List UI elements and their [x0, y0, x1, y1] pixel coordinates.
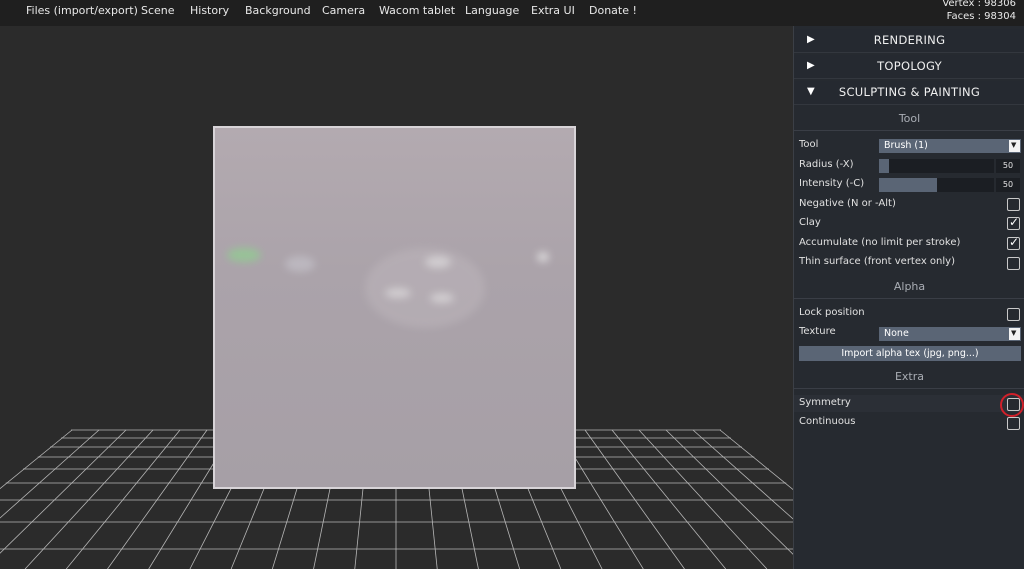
- accumulate-checkbox[interactable]: ✓: [1007, 235, 1020, 250]
- lock-position-checkbox[interactable]: [1007, 308, 1020, 321]
- tool-select-value: Brush (1): [884, 140, 928, 151]
- folder-title: SCULPTING & PAINTING: [838, 85, 981, 99]
- menu-language[interactable]: Language: [465, 4, 519, 17]
- intensity-slider-fill: [879, 178, 937, 192]
- check-icon: ✓: [1009, 215, 1020, 229]
- menu-wacom-tablet[interactable]: Wacom tablet: [379, 4, 455, 17]
- control-panel: ▶ RENDERING ▶ TOPOLOGY ▼ SCULPTING & PAI…: [793, 26, 1024, 569]
- negative-checkbox[interactable]: [1007, 198, 1020, 211]
- menu-extra-ui[interactable]: Extra UI: [531, 4, 575, 17]
- face-count: Faces : 98304: [946, 11, 1016, 22]
- radius-slider-fill: [879, 159, 890, 173]
- symmetry-label: Symmetry: [799, 397, 851, 408]
- folder-topology[interactable]: ▶ TOPOLOGY: [794, 55, 1024, 79]
- tool-select[interactable]: Brush (1) ▼: [879, 139, 1021, 153]
- continuous-checkbox[interactable]: [1007, 417, 1020, 430]
- intensity-value-field[interactable]: 50: [996, 178, 1020, 192]
- accumulate-label: Accumulate (no limit per stroke): [799, 237, 961, 248]
- thin-surface-label: Thin surface (front vertex only): [799, 256, 955, 267]
- import-alpha-button[interactable]: Import alpha tex (jpg, png...): [799, 346, 1021, 361]
- radius-value-field[interactable]: 50: [996, 159, 1020, 173]
- texture-label: Texture: [799, 326, 836, 337]
- divider: [794, 298, 1024, 299]
- clay-checkbox[interactable]: ✓: [1007, 215, 1020, 230]
- radius-label: Radius (-X): [799, 159, 854, 170]
- group-title-extra: Extra: [894, 370, 925, 383]
- group-title-tool: Tool: [898, 112, 921, 125]
- folder-rendering[interactable]: ▶ RENDERING: [794, 29, 1024, 53]
- vertex-count: Vertex : 98306: [942, 0, 1016, 9]
- texture-select-value: None: [884, 328, 909, 339]
- divider: [794, 388, 1024, 389]
- mesh-stats: Vertex : 98306 Faces : 98304: [942, 0, 1016, 23]
- check-icon: ✓: [1009, 235, 1020, 249]
- menu-scene[interactable]: Scene: [141, 4, 175, 17]
- folder-sculpting-painting[interactable]: ▼ SCULPTING & PAINTING: [794, 81, 1024, 105]
- menu-background[interactable]: Background: [245, 4, 311, 17]
- intensity-slider[interactable]: [879, 178, 994, 192]
- sculpt-mesh[interactable]: [213, 126, 576, 489]
- highlight-ring: [1000, 393, 1024, 417]
- menu-bar: Files (import/export) Scene History Back…: [0, 0, 1024, 26]
- menu-donate[interactable]: Donate !: [589, 4, 637, 17]
- menu-camera[interactable]: Camera: [322, 4, 365, 17]
- continuous-label: Continuous: [799, 416, 856, 427]
- radius-slider[interactable]: [879, 159, 994, 173]
- menu-files[interactable]: Files (import/export): [26, 4, 138, 17]
- clay-label: Clay: [799, 217, 821, 228]
- viewport-canvas[interactable]: [0, 26, 793, 569]
- dropdown-arrow-icon[interactable]: ▼: [1009, 328, 1020, 340]
- folder-title: RENDERING: [873, 33, 946, 47]
- dropdown-arrow-icon[interactable]: ▼: [1009, 140, 1020, 152]
- texture-select[interactable]: None ▼: [879, 327, 1021, 341]
- negative-label: Negative (N or -Alt): [799, 198, 896, 209]
- lock-position-label: Lock position: [799, 307, 865, 318]
- folder-title: TOPOLOGY: [877, 59, 942, 73]
- intensity-label: Intensity (-C): [799, 178, 865, 189]
- thin-surface-checkbox[interactable]: [1007, 257, 1020, 270]
- group-title-alpha: Alpha: [893, 280, 926, 293]
- tool-label: Tool: [799, 139, 819, 150]
- divider: [794, 130, 1024, 131]
- menu-history[interactable]: History: [190, 4, 229, 17]
